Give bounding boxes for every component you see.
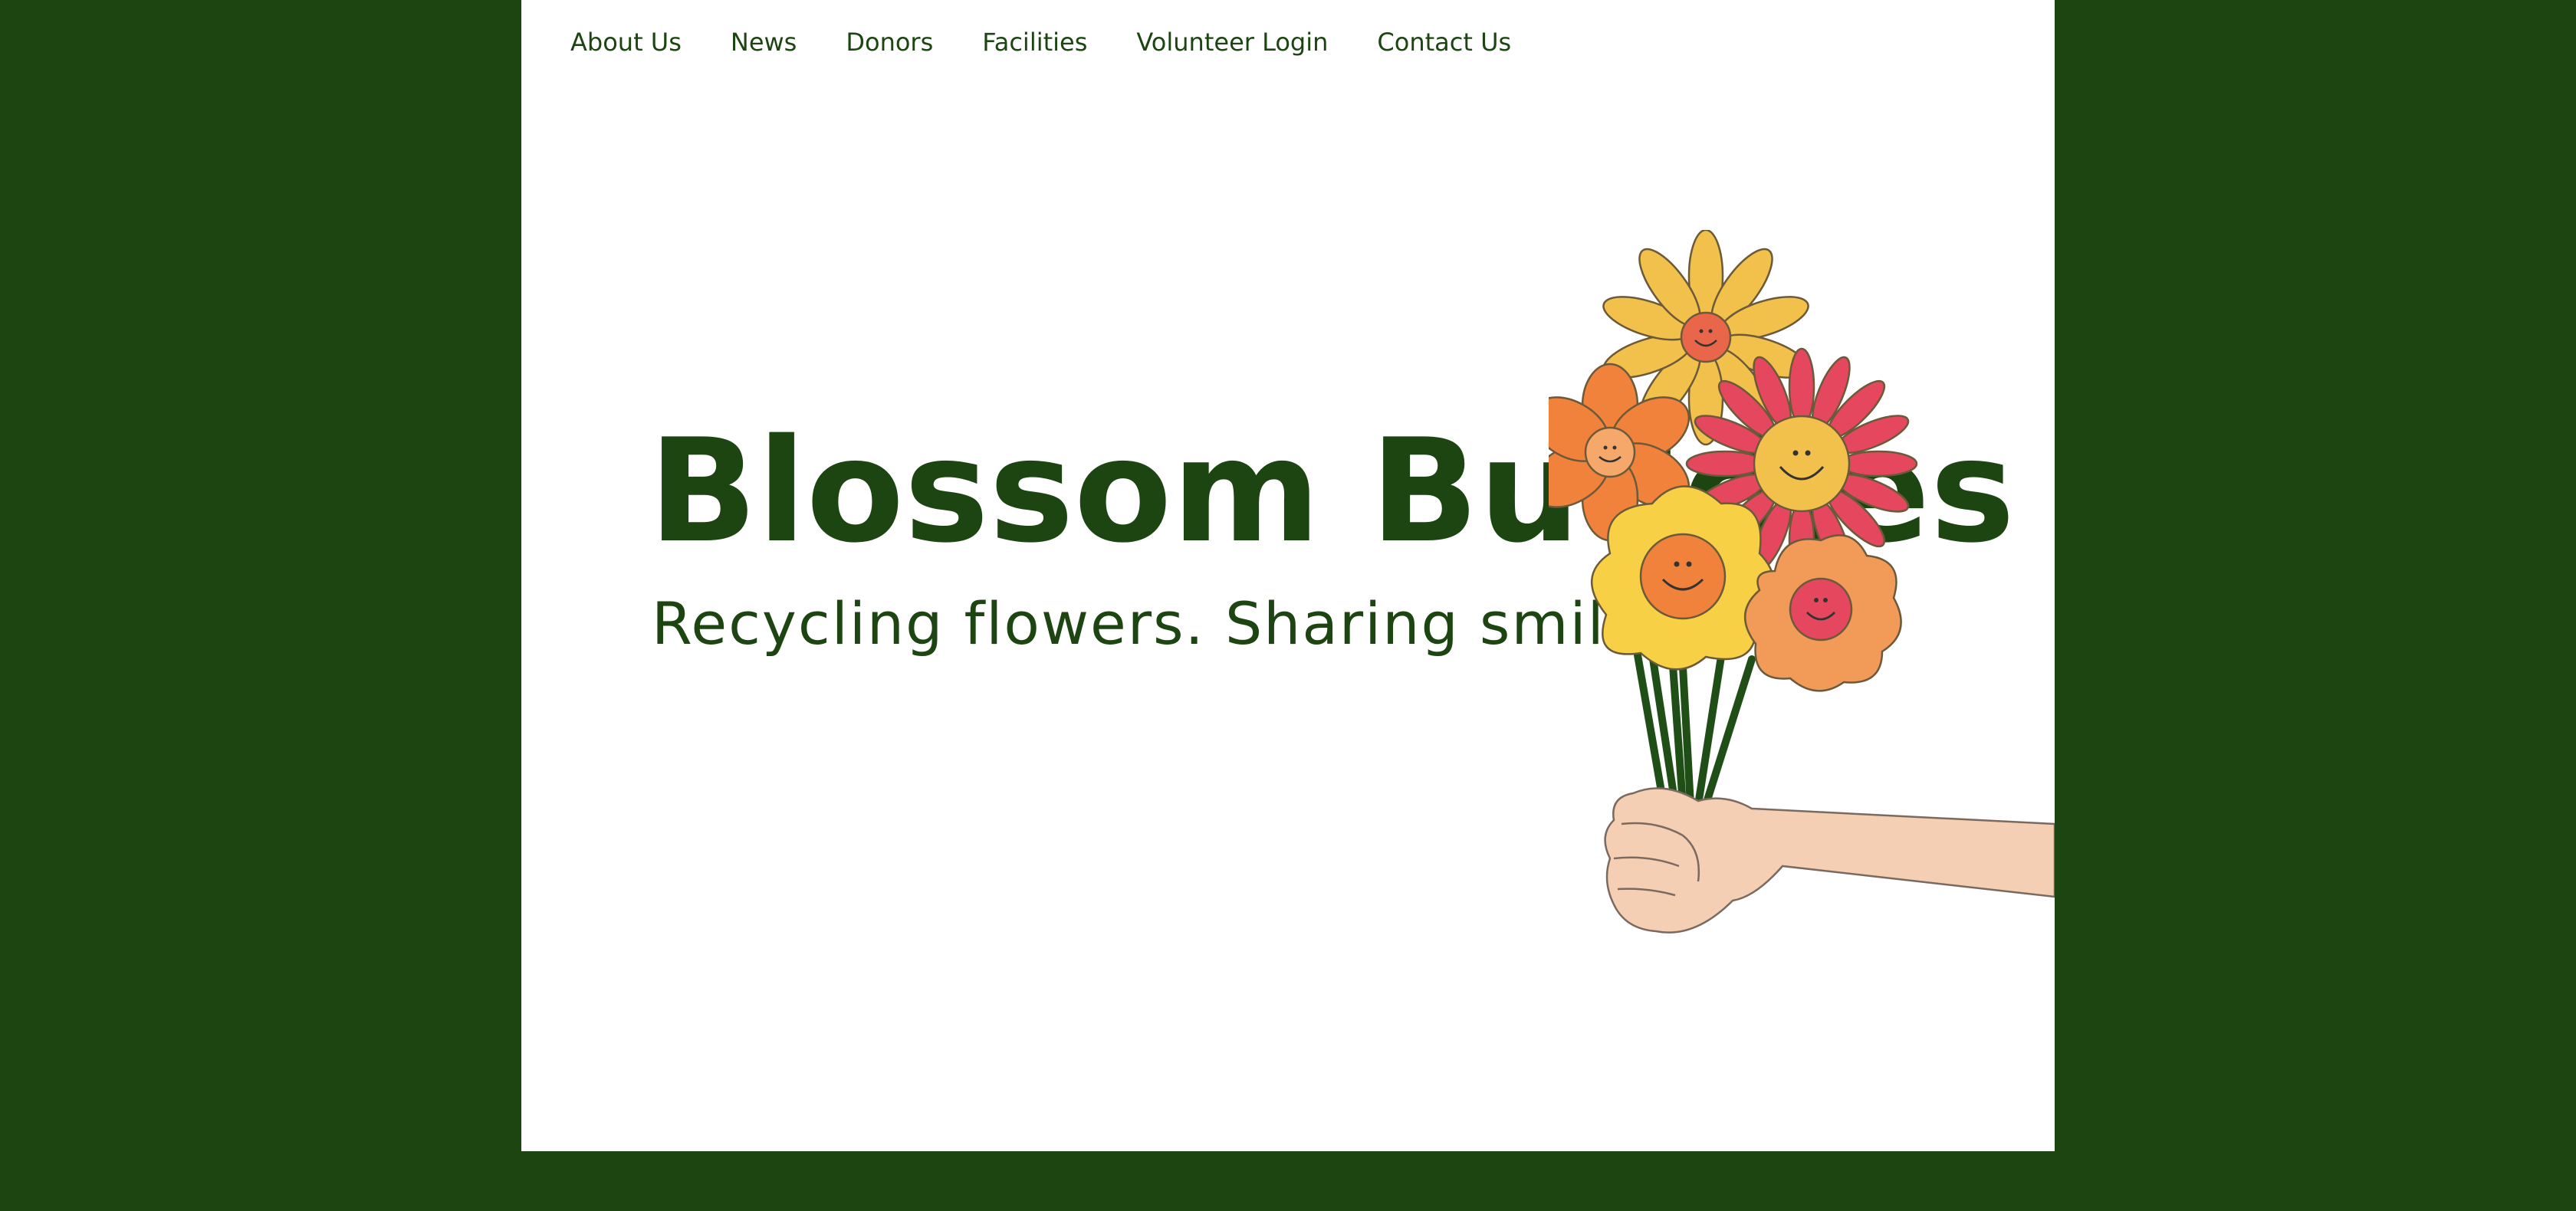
hero-banner: Blossom Buddies Recycling flowers. Shari… <box>521 0 2055 1151</box>
site-tagline: Recycling flowers. Sharing smiles. <box>652 589 1695 658</box>
bouquet-illustration <box>1549 230 2055 934</box>
page-panel: About Us News Donors Facilities Voluntee… <box>521 0 2055 1151</box>
yellow-flower-icon <box>1590 485 1776 671</box>
hand-icon <box>1604 787 2055 934</box>
